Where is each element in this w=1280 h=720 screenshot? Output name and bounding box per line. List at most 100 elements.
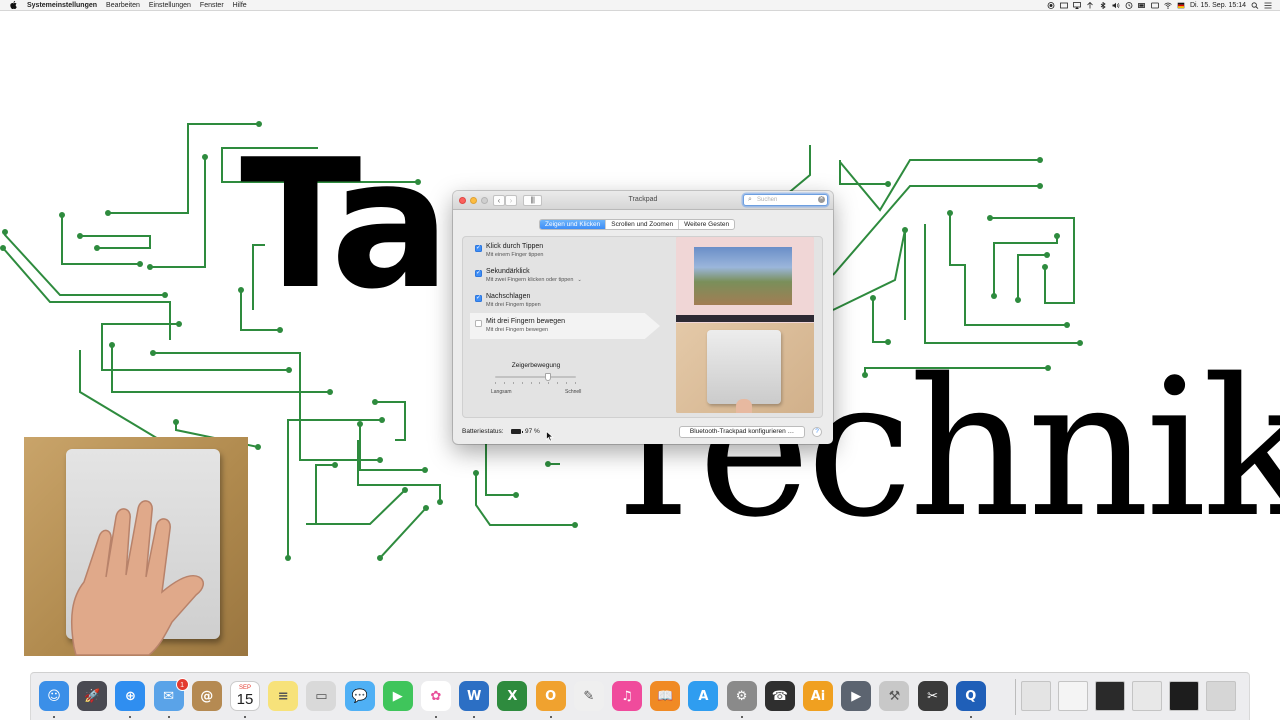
folder-stack-icon[interactable]	[1132, 681, 1162, 711]
volume-icon[interactable]	[1060, 2, 1068, 9]
excel-icon[interactable]: X	[497, 681, 528, 711]
photos-glyph: ✿	[430, 688, 442, 704]
clock[interactable]: Di. 15. Sep. 15:14	[1190, 2, 1246, 9]
checkbox-look-up[interactable]	[475, 294, 482, 302]
tab-scroll-and-zoom[interactable]: Scrollen und Zoomen	[606, 220, 680, 229]
slider-min-label: Langsam	[491, 389, 512, 395]
settings-panel: Klick durch Tippen Mit einem Finger tipp…	[462, 236, 823, 418]
option-label: Mit drei Fingern bewegen	[486, 318, 565, 325]
checkbox-secondary-click[interactable]	[475, 269, 482, 277]
menu-edit[interactable]: Bearbeiten	[106, 2, 140, 9]
textedit-icon[interactable]: ✎	[573, 681, 604, 711]
mouse-cursor-icon	[546, 431, 554, 442]
time-machine-icon[interactable]	[1125, 2, 1133, 9]
launchpad-icon[interactable]: 🚀	[77, 681, 108, 711]
list-icon[interactable]	[1264, 2, 1272, 9]
screenshot-stack-icon[interactable]	[1095, 681, 1125, 711]
option-label: Klick durch Tippen	[486, 243, 544, 250]
option-three-finger-drag[interactable]: Mit drei Fingern bewegen Mit drei Finger…	[470, 313, 660, 339]
excel-glyph: X	[507, 688, 518, 704]
utility-icon[interactable]: ⚒	[879, 681, 910, 711]
photos-icon[interactable]: ✿	[421, 681, 451, 711]
airplay-icon[interactable]	[1086, 2, 1094, 9]
search-icon: ⌕	[748, 196, 752, 203]
slider-title: Zeigerbewegung	[511, 362, 561, 369]
outlook-glyph: O	[545, 688, 557, 704]
running-indicator	[549, 716, 552, 718]
tab-point-and-click[interactable]: Zeigen und Klicken	[540, 220, 607, 229]
wifi-icon[interactable]	[1164, 2, 1172, 9]
logo-top-text: Ta	[240, 121, 451, 328]
messages-icon[interactable]: 💬	[344, 681, 375, 711]
preview-icon[interactable]: ▭	[306, 681, 337, 711]
video-icon[interactable]: ▶	[841, 681, 872, 711]
illustrator-glyph: Ai	[810, 688, 826, 704]
contacts-icon[interactable]: @	[191, 681, 222, 711]
menu-system-preferences[interactable]: Systemeinstellungen	[27, 2, 97, 9]
outlook-icon[interactable]: O	[535, 681, 566, 711]
option-sublabel[interactable]: Mit zwei Fingern klicken oder tippen ⌄	[486, 277, 582, 283]
gesture-preview-video	[676, 237, 814, 413]
sound-icon[interactable]	[1112, 2, 1120, 9]
flag-icon[interactable]	[1177, 2, 1185, 9]
final-cut-glyph: ✂	[927, 688, 939, 704]
preview-dock	[676, 315, 814, 322]
illustrator-icon[interactable]: Ai	[803, 681, 833, 711]
documents-stack-icon[interactable]	[1021, 681, 1051, 711]
battery-value: 97 %	[525, 428, 540, 435]
calendar-icon[interactable]: SEP 15	[230, 681, 260, 711]
display-icon[interactable]	[1151, 2, 1159, 9]
final-cut-icon[interactable]: ✂	[917, 681, 948, 711]
quicktime-icon[interactable]: Q	[955, 681, 986, 711]
safari-icon[interactable]: ⊕	[115, 681, 146, 711]
battery-icon	[511, 429, 523, 434]
clear-search-icon[interactable]: ×	[818, 196, 825, 203]
running-indicator	[435, 716, 437, 718]
search-field[interactable]: ⌕ Suchen ×	[743, 194, 828, 206]
ibooks-icon[interactable]: 📖	[650, 681, 681, 711]
phone-icon[interactable]: ☎	[764, 681, 795, 711]
configure-bluetooth-trackpad-button[interactable]: Bluetooth-Trackpad konfigurieren …	[679, 426, 805, 438]
notes-glyph: ≡	[277, 688, 289, 704]
downloads-stack-icon[interactable]	[1058, 681, 1088, 711]
system-preferences-icon[interactable]: ⚙	[726, 681, 757, 711]
record-icon[interactable]	[1047, 2, 1055, 9]
terminal-stack-icon[interactable]	[1169, 681, 1199, 711]
bluetooth-battery-icon[interactable]	[1138, 2, 1146, 9]
finder-glyph: ☺	[47, 688, 61, 704]
bluetooth-icon[interactable]	[1099, 2, 1107, 9]
notes-icon[interactable]: ≡	[268, 681, 299, 711]
trash-icon[interactable]	[1206, 681, 1236, 711]
app-store-icon[interactable]: A	[688, 681, 719, 711]
preview-photo	[694, 247, 792, 305]
slider-ticks	[495, 382, 576, 385]
dock-separator	[1015, 679, 1016, 715]
help-button[interactable]: ?	[812, 427, 822, 437]
chevron-down-icon: ⌄	[577, 277, 582, 283]
title-bar[interactable]: ‹ › ||| Trackpad ⌕ Suchen ×	[453, 191, 833, 210]
slider-track[interactable]	[495, 376, 576, 378]
checkbox-tap-to-click[interactable]	[475, 244, 482, 252]
contacts-glyph: @	[200, 688, 214, 704]
calendar-day: 15	[236, 691, 254, 708]
facetime-icon[interactable]: ▶	[382, 681, 413, 711]
menu-window[interactable]: Fenster	[200, 2, 224, 9]
airplay-display-icon[interactable]	[1073, 2, 1081, 9]
hand-photo	[70, 500, 204, 656]
itunes-glyph: ♫	[621, 688, 633, 704]
itunes-icon[interactable]: ♫	[612, 681, 642, 711]
status-area: Di. 15. Sep. 15:14	[1047, 0, 1272, 11]
slider-knob[interactable]	[544, 373, 551, 381]
tab-more-gestures[interactable]: Weitere Gesten	[679, 220, 734, 229]
checkbox-three-finger-drag[interactable]	[475, 320, 482, 327]
apple-menu-icon[interactable]	[10, 1, 17, 9]
menu-preferences[interactable]: Einstellungen	[149, 2, 191, 9]
spotlight-icon[interactable]	[1251, 2, 1259, 9]
option-label: Nachschlagen	[486, 293, 531, 300]
menu-help[interactable]: Hilfe	[233, 2, 247, 9]
word-icon[interactable]: W	[459, 681, 490, 711]
finder-icon[interactable]: ☺	[39, 681, 69, 711]
word-glyph: W	[467, 688, 482, 704]
running-indicator	[473, 716, 476, 718]
window-footer: Batteriestatus: 97 % Bluetooth-Trackpad …	[453, 423, 833, 444]
